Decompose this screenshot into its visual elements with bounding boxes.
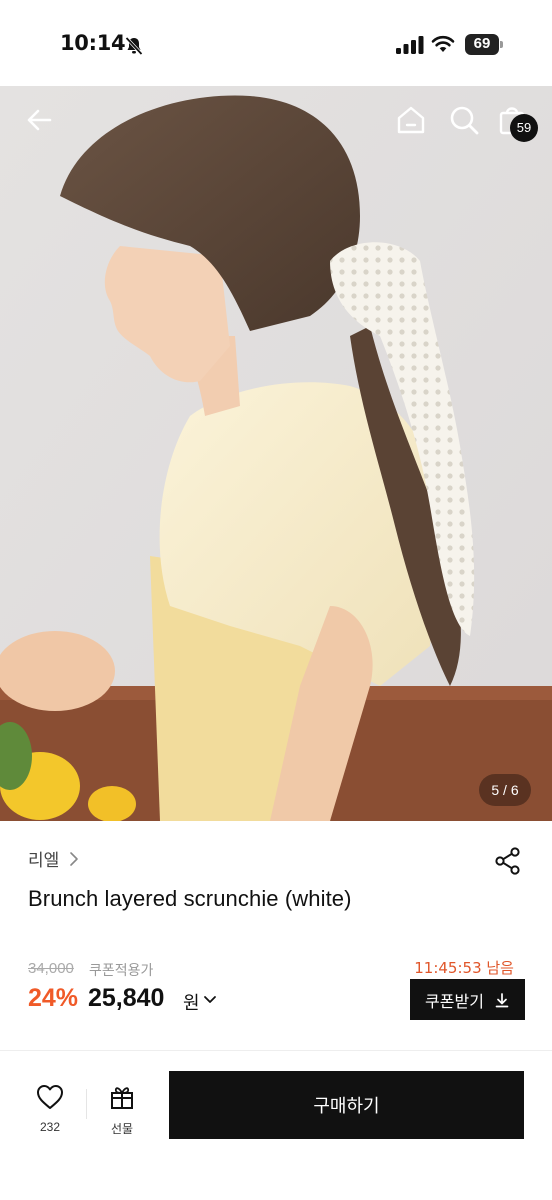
product-title: Brunch layered scrunchie (white) [28, 886, 352, 911]
bell-off-icon [125, 36, 143, 56]
brand-name: 리엘 [28, 851, 60, 871]
chevron-right-icon [70, 851, 79, 866]
brand-link[interactable]: 리엘 [28, 846, 81, 871]
status-time: 10:14 [60, 31, 126, 55]
like-button[interactable]: 232 [24, 1081, 76, 1143]
buy-button[interactable]: 구매하기 [169, 1071, 524, 1139]
home-icon[interactable] [391, 100, 431, 140]
gift-label: 선물 [110, 1122, 134, 1136]
status-bar: 10:14 69 [0, 0, 552, 86]
cellular-signal-icon [396, 36, 424, 54]
like-count: 232 [39, 1120, 61, 1134]
coupon-button-label: 쿠폰받기 [425, 991, 484, 1011]
share-icon[interactable] [494, 846, 522, 876]
currency-unit: 원 [183, 993, 200, 1014]
action-bar-separator [86, 1089, 87, 1119]
image-counter: 5 / 6 [479, 774, 531, 806]
cart-count-badge: 59 [510, 114, 538, 142]
product-photo [0, 86, 552, 821]
gift-icon [111, 1087, 133, 1109]
sale-price: 25,840 [88, 984, 165, 1012]
download-icon [495, 992, 509, 1007]
discount-rate: 24% [28, 984, 79, 1012]
heart-icon [37, 1085, 63, 1109]
original-price: 34,000 [28, 960, 74, 977]
battery-percent: 69 [473, 35, 491, 52]
bottom-action-bar: 232 선물 구매하기 [0, 1051, 552, 1200]
search-icon[interactable] [444, 100, 484, 140]
chevron-down-icon[interactable] [203, 994, 217, 1006]
wifi-icon [431, 35, 455, 52]
coupon-timer: 11:45:53 남음 [414, 959, 514, 977]
coupon-price-note: 쿠폰적용가 [89, 963, 154, 979]
get-coupon-button[interactable]: 쿠폰받기 [410, 979, 525, 1020]
battery-icon: 69 [465, 34, 503, 55]
product-image-gallery[interactable]: 59 5 / 6 [0, 86, 552, 821]
gift-button[interactable]: 선물 [96, 1081, 148, 1143]
back-arrow-icon[interactable] [20, 100, 60, 140]
